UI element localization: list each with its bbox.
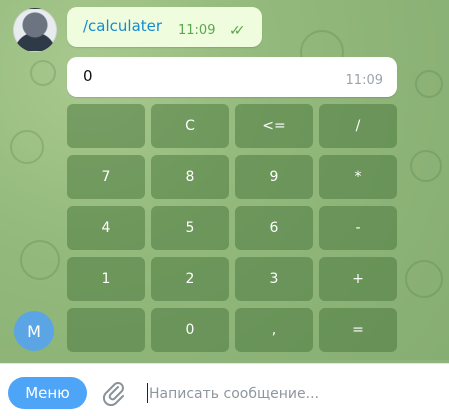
message-input[interactable] xyxy=(149,383,439,405)
calc-key[interactable]: 0 xyxy=(151,308,229,352)
calc-key[interactable]: 4 xyxy=(67,206,145,250)
message-time: 11:09 xyxy=(178,23,216,38)
background-doodle xyxy=(10,130,44,164)
paperclip-icon[interactable] xyxy=(102,380,126,406)
outgoing-message[interactable]: /calculater 11:09 ✓✓ xyxy=(67,7,262,47)
calc-key[interactable]: 1 xyxy=(67,257,145,301)
bot-avatar[interactable]: M xyxy=(14,311,54,351)
user-avatar[interactable] xyxy=(13,8,57,52)
background-doodle xyxy=(415,70,443,98)
calc-key[interactable]: 8 xyxy=(151,155,229,199)
message-time: 11:09 xyxy=(345,73,383,88)
double-check-icon: ✓✓ xyxy=(229,23,246,39)
calc-key[interactable]: 2 xyxy=(151,257,229,301)
calc-key[interactable]: / xyxy=(319,104,397,148)
calc-key[interactable]: 6 xyxy=(235,206,313,250)
background-doodle xyxy=(405,260,443,298)
background-doodle xyxy=(410,150,442,182)
calculator-display-value: 0 xyxy=(83,67,93,85)
calc-key[interactable]: 5 xyxy=(151,206,229,250)
calculator-display-message: 0 11:09 xyxy=(67,57,397,97)
calc-key[interactable]: - xyxy=(319,206,397,250)
background-doodle xyxy=(30,60,56,86)
command-text[interactable]: /calculater xyxy=(83,17,162,35)
menu-button[interactable]: Меню xyxy=(8,377,87,409)
message-composer: Меню xyxy=(0,363,449,416)
calc-key[interactable] xyxy=(67,308,145,352)
calc-key[interactable]: <= xyxy=(235,104,313,148)
calc-key[interactable]: 3 xyxy=(235,257,313,301)
background-doodle xyxy=(20,240,60,280)
calc-key[interactable]: C xyxy=(151,104,229,148)
calc-key[interactable]: = xyxy=(319,308,397,352)
calc-key[interactable]: , xyxy=(235,308,313,352)
calc-key[interactable]: 9 xyxy=(235,155,313,199)
calc-key[interactable]: 7 xyxy=(67,155,145,199)
text-caret xyxy=(147,383,148,403)
calc-key[interactable]: * xyxy=(319,155,397,199)
calc-key[interactable] xyxy=(67,104,145,148)
calc-key[interactable]: + xyxy=(319,257,397,301)
